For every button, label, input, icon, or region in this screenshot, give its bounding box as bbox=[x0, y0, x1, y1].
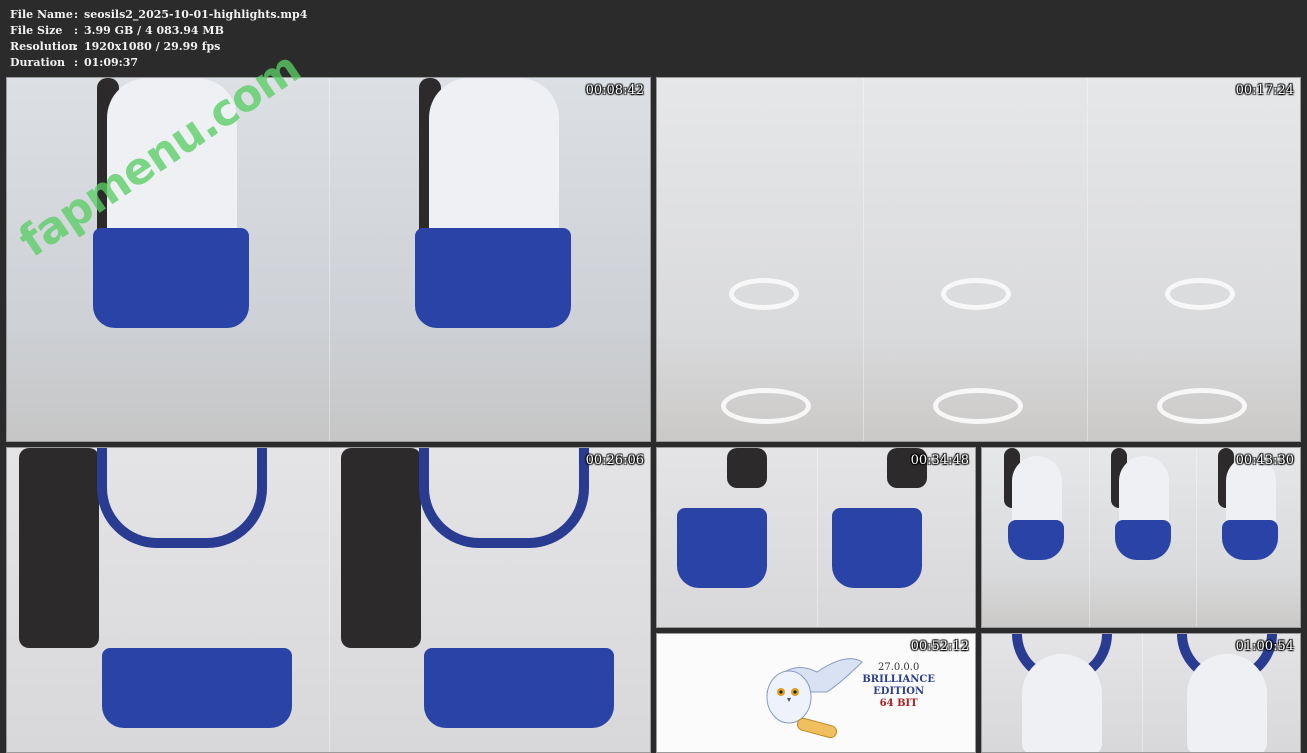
info-value: seosils2_2025-10-01-highlights.mp4 bbox=[84, 8, 308, 21]
info-row-file-size: File Size : 3.99 GB / 4 083.94 MB bbox=[10, 23, 307, 39]
thumbnail-3[interactable]: 00:26:06 bbox=[6, 447, 651, 753]
bit-label: 64 BIT bbox=[879, 698, 918, 709]
edition-line-1: BRILLIANCE bbox=[862, 674, 935, 685]
edition-line-2: EDITION bbox=[873, 686, 925, 697]
contact-sheet: File Name : seosils2_2025-10-01-highligh… bbox=[0, 0, 1307, 753]
thumbnail-5[interactable]: 00:43:30 bbox=[981, 447, 1301, 628]
info-label: File Size bbox=[10, 24, 63, 37]
thumbnail-timestamp: 00:43:30 bbox=[1235, 453, 1294, 468]
thumbnail-timestamp: 00:34:48 bbox=[910, 453, 969, 468]
info-separator: : bbox=[74, 24, 79, 37]
thumbnail-timestamp: 00:17:24 bbox=[1235, 83, 1294, 98]
info-row-duration: Duration : 01:09:37 bbox=[10, 55, 307, 71]
info-value: 3.99 GB / 4 083.94 MB bbox=[84, 24, 224, 37]
info-row-file-name: File Name : seosils2_2025-10-01-highligh… bbox=[10, 7, 307, 23]
thumbnail-1[interactable]: 00:08:42 bbox=[6, 77, 651, 442]
info-label: Duration bbox=[10, 56, 66, 69]
thumbnail-7[interactable]: 01:00:54 bbox=[981, 633, 1301, 753]
thumbnail-6[interactable]: 27.0.0.0 BRILLIANCE EDITION 64 BIT 00:52… bbox=[656, 633, 976, 753]
info-separator: : bbox=[74, 40, 79, 53]
thumbnail-4[interactable]: 00:34:48 bbox=[656, 447, 976, 628]
info-label: File Name bbox=[10, 8, 73, 21]
thumbnail-timestamp: 00:08:42 bbox=[585, 83, 644, 98]
thumbnail-timestamp: 00:26:06 bbox=[585, 453, 644, 468]
thumbnail-timestamp: 00:52:12 bbox=[910, 639, 969, 654]
file-info: File Name : seosils2_2025-10-01-highligh… bbox=[10, 7, 307, 71]
info-separator: : bbox=[74, 56, 79, 69]
thumbnail-timestamp: 01:00:54 bbox=[1235, 639, 1294, 654]
info-value: 1920x1080 / 29.99 fps bbox=[84, 40, 221, 53]
thumbnail-2[interactable]: 00:17:24 bbox=[656, 77, 1301, 442]
version-text: 27.0.0.0 bbox=[877, 662, 920, 673]
edition-label: 27.0.0.0 BRILLIANCE EDITION 64 BIT bbox=[862, 662, 935, 710]
info-row-resolution: Resolution : 1920x1080 / 29.99 fps bbox=[10, 39, 307, 55]
info-label: Resolution bbox=[10, 40, 77, 53]
owl-logo-icon bbox=[766, 658, 863, 739]
info-value: 01:09:37 bbox=[84, 56, 139, 69]
info-separator: : bbox=[74, 8, 79, 21]
